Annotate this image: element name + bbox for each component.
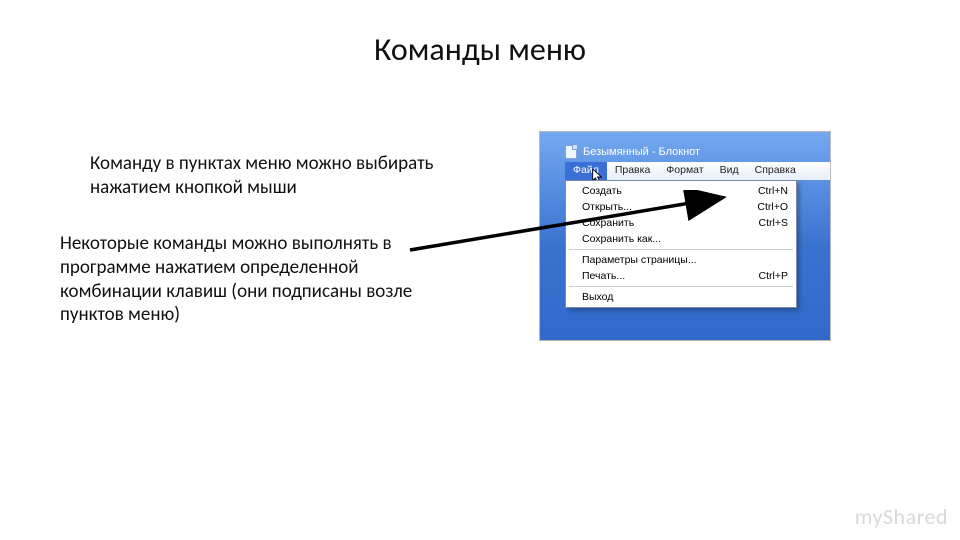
menu-item-label: Сохранить [582, 217, 634, 229]
menu-item-exit[interactable]: Выход [568, 289, 794, 305]
menu-item-new[interactable]: Создать Ctrl+N [568, 183, 794, 199]
menu-item-label: Печать... [582, 270, 625, 282]
menu-item-print[interactable]: Печать... Ctrl+P [568, 268, 794, 284]
menu-help[interactable]: Справка [747, 162, 804, 180]
menu-edit[interactable]: Правка [607, 162, 658, 180]
slide-title: Команды меню [0, 30, 960, 69]
window-title-text: Безымянный - Блокнот [583, 146, 700, 158]
menu-item-label: Открыть... [582, 201, 632, 213]
file-dropdown: Создать Ctrl+N Открыть... Ctrl+O Сохрани… [565, 180, 797, 308]
menu-item-save-as[interactable]: Сохранить как... [568, 231, 794, 247]
menu-item-save[interactable]: Сохранить Ctrl+S [568, 215, 794, 231]
menu-separator [569, 286, 793, 287]
watermark: myShared [855, 503, 948, 530]
menu-item-shortcut: Ctrl+P [759, 270, 788, 282]
window-titlebar: Безымянный - Блокнот [565, 142, 830, 162]
menu-item-page-setup[interactable]: Параметры страницы... [568, 252, 794, 268]
menu-separator [569, 249, 793, 250]
menubar: Файл Правка Формат Вид Справка [565, 162, 830, 180]
menu-item-label: Выход [582, 291, 613, 303]
paragraph-2: Некоторые команды можно выполнять в прог… [60, 232, 460, 327]
menu-view[interactable]: Вид [712, 162, 747, 180]
notepad-screenshot: Безымянный - Блокнот Файл Правка Формат … [540, 132, 830, 340]
menu-format[interactable]: Формат [658, 162, 711, 180]
menu-item-label: Сохранить как... [582, 233, 661, 245]
menu-item-label: Параметры страницы... [582, 254, 697, 266]
menu-item-shortcut: Ctrl+O [757, 201, 788, 213]
menu-item-shortcut: Ctrl+S [759, 217, 788, 229]
menu-item-shortcut: Ctrl+N [758, 185, 788, 197]
paragraph-1: Команду в пунктах меню можно выбирать на… [90, 152, 440, 200]
menu-item-label: Создать [582, 185, 622, 197]
menu-item-open[interactable]: Открыть... Ctrl+O [568, 199, 794, 215]
document-icon [565, 145, 577, 159]
